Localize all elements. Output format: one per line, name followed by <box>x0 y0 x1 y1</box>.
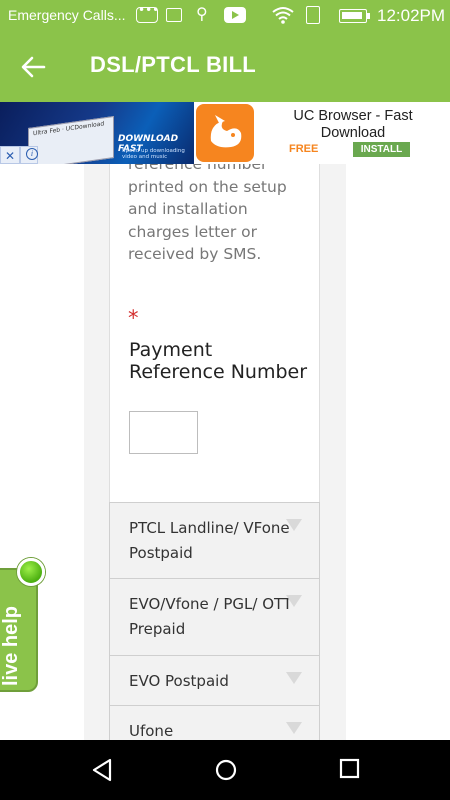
uc-browser-logo-icon[interactable] <box>194 102 256 164</box>
accordion-item-ufone[interactable]: Ufone <box>109 706 320 740</box>
accordion-item-label: Ufone <box>129 722 174 740</box>
ad-close-icon[interactable]: ✕ <box>0 146 20 164</box>
wifi-icon <box>272 7 294 24</box>
clock: 12:02PM <box>377 6 446 25</box>
required-marker: * <box>128 306 139 330</box>
expand-arrow-icon <box>286 722 302 734</box>
more-notifications-icon <box>136 3 159 23</box>
live-help-button[interactable]: live help <box>0 568 38 692</box>
payment-reference-input[interactable] <box>129 411 198 454</box>
home-circle-icon[interactable] <box>214 758 238 782</box>
system-nav-bar <box>0 740 450 800</box>
accordion-item-label: EVO Postpaid <box>129 672 229 690</box>
ad-info-icon[interactable] <box>20 146 38 164</box>
expand-arrow-icon <box>286 672 302 684</box>
image-icon <box>166 8 182 22</box>
page-title: DSL/PTCL BILL <box>90 52 257 77</box>
recents-square-icon[interactable] <box>339 758 361 780</box>
reference-help-text: reference number printed on the setup an… <box>128 164 287 263</box>
bill-type-accordion: PTCL Landline/ VFone Postpaid EVO/Vfone … <box>109 502 320 740</box>
accordion-item-ptcl-landline[interactable]: PTCL Landline/ VFone Postpaid <box>109 502 320 579</box>
arrow-left-icon[interactable] <box>18 52 48 82</box>
screen: Emergency Calls... ⚲ 12:02PM DSL/PTCL BI… <box>0 0 450 800</box>
ad-screen-graphic: Ultra Feb · UCDownload <box>28 115 114 164</box>
back-triangle-icon[interactable] <box>90 758 114 782</box>
notification-text: Emergency Calls... <box>8 7 126 23</box>
ad-install-button[interactable]: INSTALL <box>353 142 410 157</box>
youtube-icon <box>224 7 246 23</box>
usb-icon: ⚲ <box>196 4 208 23</box>
expand-arrow-icon <box>286 519 302 531</box>
ad-app-name[interactable]: UC Browser - Fast Download <box>262 108 444 142</box>
accordion-item-evo-postpaid[interactable]: EVO Postpaid <box>109 656 320 706</box>
online-status-icon <box>17 558 45 586</box>
live-help-label: live help <box>0 605 22 687</box>
form-scroll-area[interactable]: reference number printed on the setup an… <box>0 164 450 740</box>
app-bar: DSL/PTCL BILL <box>0 32 450 102</box>
payment-reference-label: Payment Reference Number <box>129 339 308 383</box>
expand-arrow-icon <box>286 595 302 607</box>
battery-icon <box>339 9 370 23</box>
ad-price-label: FREE <box>289 143 319 155</box>
status-bar: Emergency Calls... ⚲ 12:02PM <box>0 0 450 32</box>
accordion-item-evo-prepaid[interactable]: EVO/Vfone / PGL/ OTT Prepaid <box>109 579 320 656</box>
sim-icon <box>306 6 320 24</box>
ad-image-subcaption: Speed up downloading video and music <box>122 148 185 160</box>
